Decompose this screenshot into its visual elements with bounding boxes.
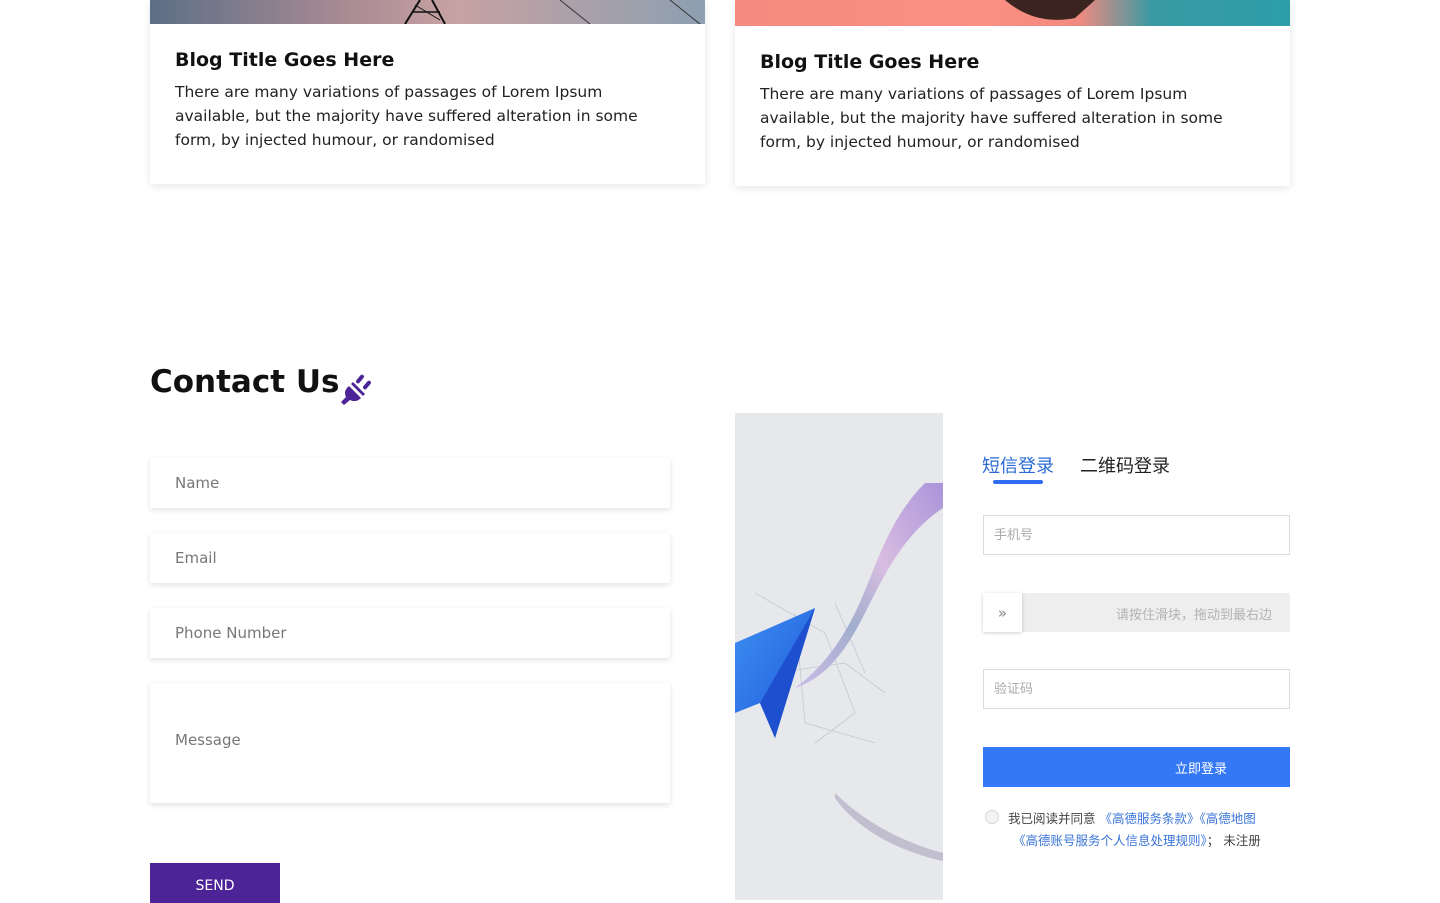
tab-sms-login[interactable]: 短信登录 — [982, 452, 1054, 478]
plug-icon — [341, 374, 371, 405]
blog-card-title[interactable]: Blog Title Goes Here — [175, 49, 394, 71]
blog-card-image — [735, 0, 1290, 26]
portrait-graphic — [1005, 0, 1095, 20]
send-button[interactable]: SEND — [150, 863, 280, 903]
message-field[interactable] — [150, 683, 670, 803]
slider-hint-text: 请按住滑块，拖动到最右边 — [1115, 608, 1272, 623]
blog-card-title[interactable]: Blog Title Goes Here — [760, 51, 979, 73]
blog-card-text: There are many variations of passages of… — [760, 85, 1223, 151]
map-terms-link[interactable]: 《高德地图 — [1200, 811, 1256, 826]
message-textarea[interactable] — [150, 683, 670, 803]
agree-prefix: 我已阅读并同意 — [1008, 811, 1096, 826]
blog-card-image — [150, 0, 705, 25]
blog-card-2[interactable]: Blog Title Goes Here There are many vari… — [735, 0, 1290, 186]
privacy-link[interactable]: 《高德账号服务个人信息处理规则》 — [1013, 833, 1207, 848]
login-phone-input[interactable] — [984, 516, 1289, 554]
email-field[interactable] — [150, 533, 670, 583]
verification-code-field[interactable] — [983, 669, 1290, 709]
blog-card-text: There are many variations of passages of… — [175, 83, 638, 149]
terms-link[interactable]: 《高德服务条款》 — [1100, 811, 1200, 826]
login-submit-button[interactable]: 立即登录 — [983, 747, 1290, 787]
email-input[interactable] — [150, 533, 670, 583]
phone-number-field[interactable] — [983, 515, 1290, 555]
power-tower-graphic — [404, 0, 701, 25]
login-illustration — [735, 413, 943, 900]
active-tab-indicator — [993, 480, 1043, 484]
slider-captcha-handle[interactable]: » — [983, 593, 1022, 632]
phone-field[interactable] — [150, 608, 670, 658]
double-chevron-right-icon: » — [997, 603, 1008, 622]
slider-captcha-track[interactable]: 请按住滑块，拖动到最右边 — [983, 593, 1290, 632]
name-input[interactable] — [150, 458, 670, 508]
agreement-text: 我已阅读并同意 《高德服务条款》《高德地图 《高德账号服务个人信息处理规则》； … — [1008, 808, 1290, 852]
phone-input[interactable] — [150, 608, 670, 658]
agree-checkbox[interactable] — [985, 810, 999, 824]
name-field[interactable] — [150, 458, 670, 508]
unregistered-text: ； 未注册 — [1206, 833, 1261, 848]
blog-card-1[interactable]: Blog Title Goes Here There are many vari… — [150, 0, 705, 184]
contact-title: Contact Us — [150, 364, 340, 400]
paper-plane-illustration — [735, 483, 943, 861]
verification-code-input[interactable] — [984, 670, 1289, 708]
tab-qrcode-login[interactable]: 二维码登录 — [1080, 452, 1170, 478]
